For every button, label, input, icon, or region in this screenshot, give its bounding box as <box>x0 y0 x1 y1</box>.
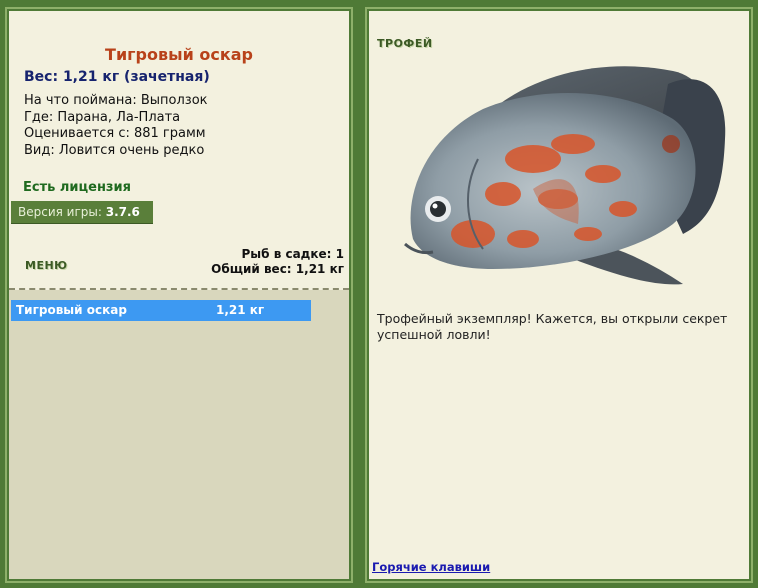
version-badge: Версия игры: 3.7.6 <box>11 201 153 224</box>
trophy-panel: ТРОФЕЙ Трофейный экземпляр! Кажется, вы … <box>362 4 756 586</box>
fish-details: На что поймана: Выползок Где: Парана, Ла… <box>24 93 208 159</box>
trophy-message: Трофейный экземпляр! Кажется, вы открыли… <box>377 311 728 342</box>
fish-count: Рыб в садке: 1 <box>241 247 345 261</box>
fish-weight: Вес: 1,21 кг (зачетная) <box>24 69 210 85</box>
location-info: Где: Парана, Ла-Плата <box>24 109 181 125</box>
fish-title: Тигровый оскар <box>105 45 253 64</box>
total-weight: Общий вес: 1,21 кг <box>211 262 344 276</box>
hotkeys-link[interactable]: Горячие клавиши <box>372 560 490 574</box>
fish-info-panel: Тигровый оскар Вес: 1,21 кг (зачетная) Н… <box>2 4 356 586</box>
catch-weight: 1,21 кг <box>216 303 265 317</box>
rarity-info: Вид: Ловится очень редко <box>24 142 205 158</box>
threshold-info: Оценивается с: 881 грамм <box>24 126 206 141</box>
menu-button[interactable]: МЕНЮ <box>25 259 68 272</box>
license-status: Есть лицензия <box>23 180 131 195</box>
catch-list-item[interactable]: Тигровый оскар 1,21 кг <box>11 300 311 321</box>
catch-list: Тигровый оскар 1,21 кг <box>9 290 349 579</box>
bait-info: На что поймана: Выползок <box>24 93 208 108</box>
fish-image <box>404 66 726 285</box>
version-value: 3.7.6 <box>105 205 140 219</box>
keepnet-stats: Рыб в садке: 1 Общий вес: 1,21 кг <box>211 247 344 277</box>
version-label: Версия игры: <box>18 205 102 219</box>
catch-name: Тигровый оскар <box>16 303 127 317</box>
